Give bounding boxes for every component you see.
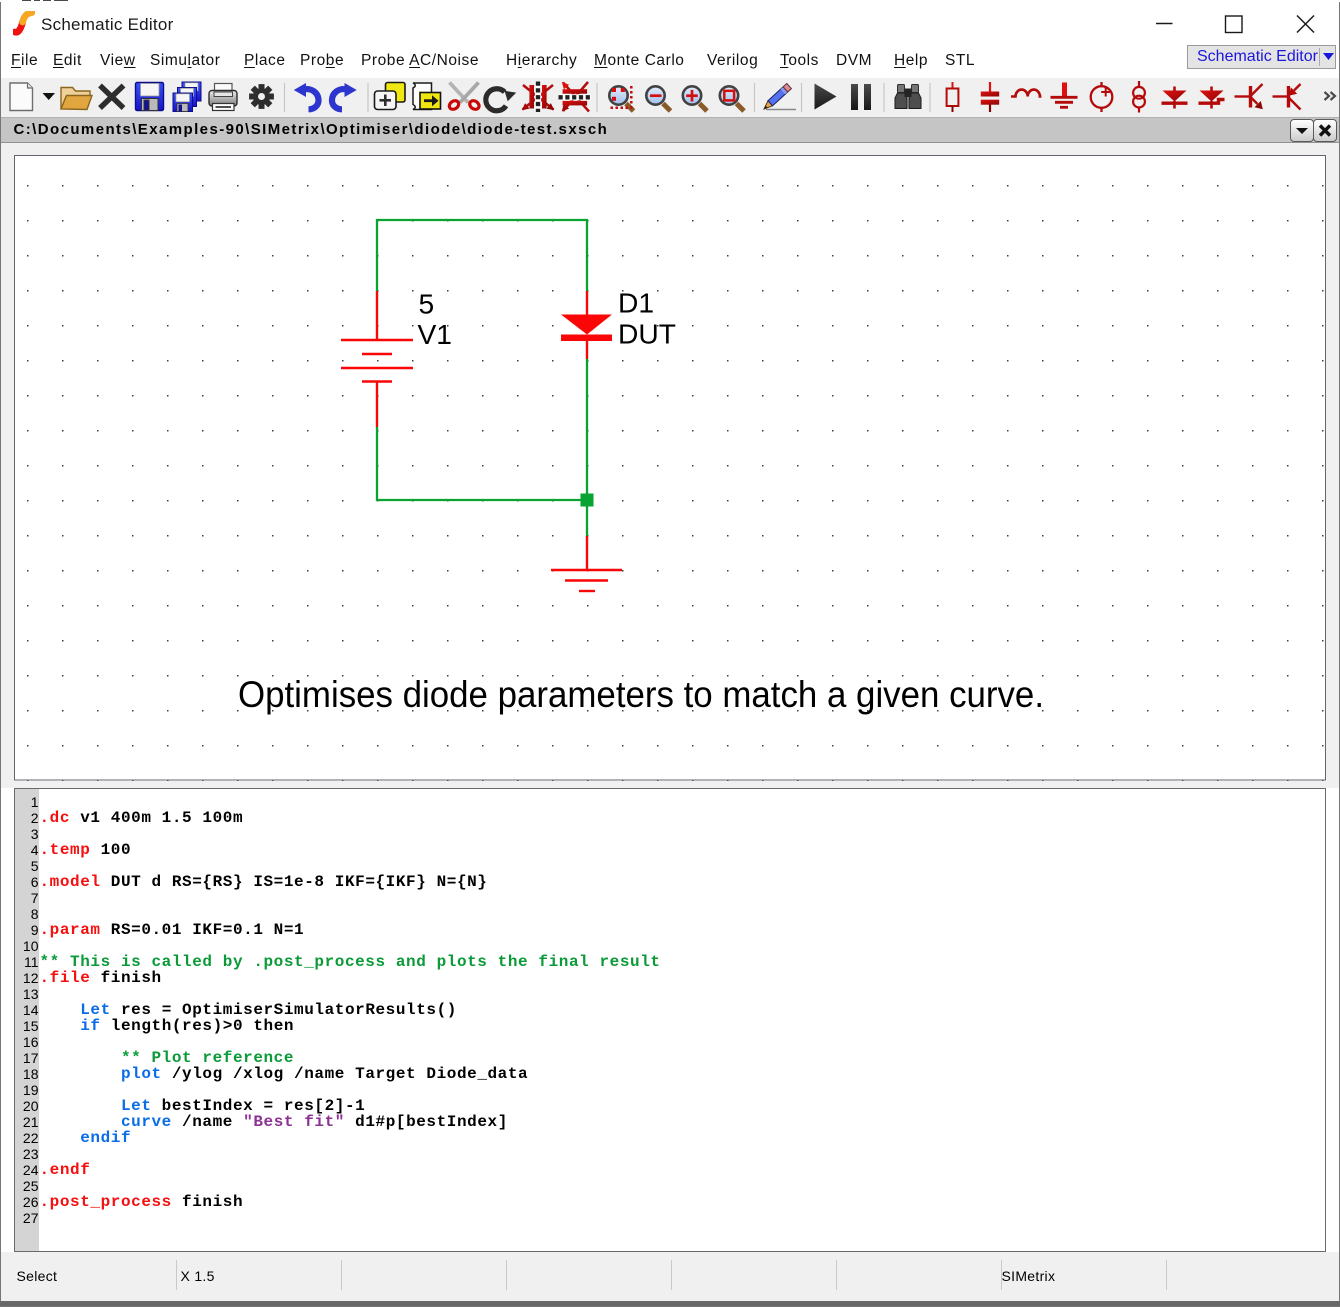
svg-text:DUT: DUT	[618, 318, 676, 350]
svg-text:5: 5	[419, 288, 435, 320]
svg-text:Optimises diode parameters to: Optimises diode parameters to match a gi…	[238, 674, 1044, 715]
svg-text:V1: V1	[418, 318, 452, 350]
svg-text:D1: D1	[618, 287, 654, 319]
